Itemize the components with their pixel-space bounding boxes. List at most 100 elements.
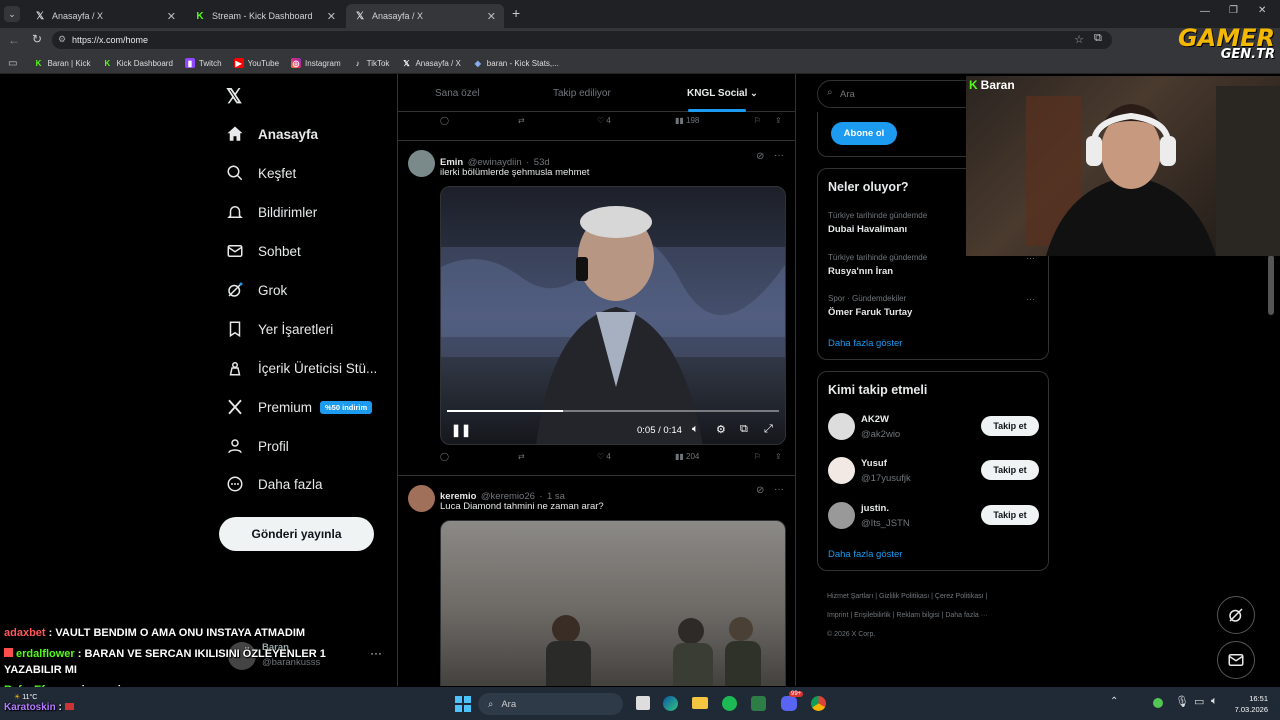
messages-float-button[interactable] — [1217, 641, 1255, 679]
like-button[interactable]: ♡ 4 — [597, 452, 611, 461]
reply-icon[interactable]: ◯ — [440, 116, 449, 125]
reply-icon[interactable]: ◯ — [440, 452, 449, 461]
folder-icon[interactable] — [692, 697, 708, 709]
discord-icon[interactable] — [781, 696, 797, 711]
post[interactable]: Emin @ewinaydiin · 53d ⊘ ··· ilerki bölü… — [398, 141, 795, 476]
footer-link[interactable]: Hizmet Şartları — [827, 593, 873, 600]
follow-suggestion[interactable]: justin. @Its_JSTN Takip et — [828, 501, 1040, 533]
show-more-link[interactable]: Daha fazla göster — [828, 338, 902, 349]
tray-chevron-icon[interactable]: ⌃ — [1110, 696, 1118, 707]
nav-chat[interactable]: Sohbet — [226, 242, 301, 260]
reload-icon[interactable]: ↻ — [32, 32, 42, 46]
nav-creator-studio[interactable]: İçerik Üreticisi Stü... — [226, 359, 377, 377]
nav-explore[interactable]: Keşfet — [226, 164, 296, 182]
bookmark-item[interactable]: ▮ Twitch — [184, 58, 222, 68]
app-icon[interactable] — [751, 696, 766, 711]
x-logo-icon[interactable]: 𝕏 — [226, 84, 242, 109]
bookmark-item[interactable]: ◎ Instagram — [291, 58, 341, 68]
like-button[interactable]: ♡ 4 — [597, 116, 611, 125]
bookmarks-menu-icon[interactable]: ▭ — [8, 58, 17, 69]
start-button[interactable] — [455, 696, 471, 712]
weather-widget[interactable]: ☀ 11°C — [14, 693, 37, 701]
grok-icon[interactable]: ⊘ — [756, 485, 764, 496]
post[interactable]: keremio @keremio26 · 1 sa ⊘ ··· Luca Dia… — [398, 476, 795, 686]
fullscreen-icon[interactable]: ⤢ — [764, 423, 773, 436]
edge-icon[interactable] — [663, 696, 678, 711]
extensions-icon[interactable]: ⧉ — [1094, 32, 1102, 45]
more-icon[interactable]: ··· — [774, 484, 784, 495]
volume-icon[interactable]: 🔈︎ — [692, 423, 699, 436]
nav-bookmarks[interactable]: Yer İşaretleri — [226, 320, 333, 338]
grok-float-button[interactable] — [1217, 596, 1255, 634]
minimize-button[interactable]: — — [1200, 6, 1210, 17]
share-icon[interactable]: ⇪ — [775, 452, 782, 461]
tray-status-icon[interactable] — [1153, 698, 1163, 708]
tab-kngl-social[interactable]: KNGL Social ⌄ — [687, 88, 758, 99]
url-input[interactable]: ⚙ https://x.com/home ☆ — [52, 31, 1112, 49]
nav-notifications[interactable]: Bildirimler — [226, 203, 317, 221]
bookmark-item[interactable]: ▶ YouTube — [233, 58, 279, 68]
footer-link[interactable]: Çerez Politikası — [935, 593, 984, 600]
volume-icon[interactable]: 🔈︎ — [1211, 695, 1218, 708]
nav-profile[interactable]: Profil — [226, 437, 289, 455]
footer-link[interactable]: Gizlilik Politikası — [879, 593, 929, 600]
search-box[interactable]: ⌕ Ara — [817, 80, 977, 108]
tab-x-active[interactable]: 𝕏 Anasayfa / X ✕ — [346, 4, 504, 28]
show-more-link[interactable]: Daha fazla göster — [828, 549, 902, 560]
scrollbar[interactable] — [1268, 255, 1274, 315]
bookmark-item[interactable]: ♪ TikTok — [353, 58, 390, 68]
settings-icon[interactable]: ⚙ — [716, 423, 726, 436]
tab-for-you[interactable]: Sana özel — [435, 88, 479, 99]
grok-icon[interactable]: ⊘ — [756, 151, 764, 162]
repost-icon[interactable]: ⇄ — [518, 452, 525, 461]
network-icon[interactable]: ▭ — [1194, 695, 1204, 708]
nav-home[interactable]: Anasayfa — [226, 125, 318, 143]
bookmark-item[interactable]: K Kick Dashboard — [102, 58, 173, 68]
close-icon[interactable]: ✕ — [327, 10, 336, 23]
footer-link[interactable]: Erişilebilirlik — [854, 612, 891, 619]
share-icon[interactable]: ⇪ — [775, 116, 782, 125]
pip-icon[interactable]: ⧉ — [740, 423, 748, 436]
video-progress-track[interactable] — [447, 410, 779, 412]
clock[interactable]: 16:51 7.03.2026 — [1228, 693, 1268, 715]
maximize-button[interactable]: ❐ — [1229, 5, 1238, 16]
nav-premium[interactable]: Premium %50 indirim — [226, 398, 373, 416]
follow-suggestion[interactable]: Yusuf @17yusufjk Takip et — [828, 456, 1040, 488]
more-icon[interactable]: ··· — [774, 150, 784, 161]
microphone-icon[interactable]: 🎙︎ — [1175, 695, 1189, 708]
window-close-button[interactable]: ✕ — [1258, 5, 1266, 16]
footer-link[interactable]: Reklam bilgisi — [896, 612, 939, 619]
bookmark-item[interactable]: 𝕏 Anasayfa / X — [401, 58, 461, 68]
favorite-star-icon[interactable]: ☆ — [1074, 33, 1084, 46]
video-player[interactable]: ❚❚ 0:05 / 0:14 🔈︎ ⚙ ⧉ ⤢ — [440, 186, 786, 445]
footer-link[interactable]: Imprint — [827, 612, 848, 619]
bookmark-item[interactable]: K Baran | Kick — [33, 58, 91, 68]
spotify-icon[interactable] — [722, 696, 737, 711]
close-icon[interactable]: ✕ — [487, 10, 496, 23]
follow-suggestion[interactable]: AK2W @ak2wio Takip et — [828, 412, 1040, 444]
more-icon[interactable]: ··· — [1026, 294, 1035, 304]
tab-kick-dashboard[interactable]: K Stream - Kick Dashboard ✕ — [186, 4, 344, 28]
tab-following[interactable]: Takip ediliyor — [553, 88, 611, 99]
close-icon[interactable]: ✕ — [167, 10, 176, 23]
footer-link[interactable]: Daha fazla ··· — [945, 612, 987, 619]
repost-icon[interactable]: ⇄ — [518, 116, 525, 125]
tab-list-button[interactable]: ⌄ — [4, 6, 20, 22]
more-icon[interactable]: ··· — [370, 646, 382, 660]
views-button[interactable]: ▮▮ 198 — [675, 116, 699, 125]
trend-item[interactable]: Türkiye tarihinde gündemde Rusya'nın İra… — [828, 253, 1040, 277]
nav-grok[interactable]: Grok — [226, 281, 287, 299]
nav-more[interactable]: Daha fazla — [226, 475, 323, 493]
post-image[interactable] — [440, 520, 786, 686]
post-button[interactable]: Gönderi yayınla — [219, 517, 374, 551]
follow-button[interactable]: Takip et — [981, 505, 1039, 525]
subscribe-button[interactable]: Abone ol — [831, 122, 897, 145]
new-tab-button[interactable]: + — [512, 5, 520, 21]
pause-icon[interactable]: ❚❚ — [451, 423, 471, 437]
follow-button[interactable]: Takip et — [981, 416, 1039, 436]
site-info-icon[interactable]: ⚙ — [58, 34, 66, 45]
bookmark-item[interactable]: ◈ baran - Kick Stats,... — [473, 58, 559, 68]
tab-x-1[interactable]: 𝕏 Anasayfa / X ✕ — [26, 4, 184, 28]
taskview-icon[interactable] — [636, 696, 650, 710]
trend-item[interactable]: Spor · Gündemdekiler Ömer Faruk Turtay — [828, 294, 1040, 318]
